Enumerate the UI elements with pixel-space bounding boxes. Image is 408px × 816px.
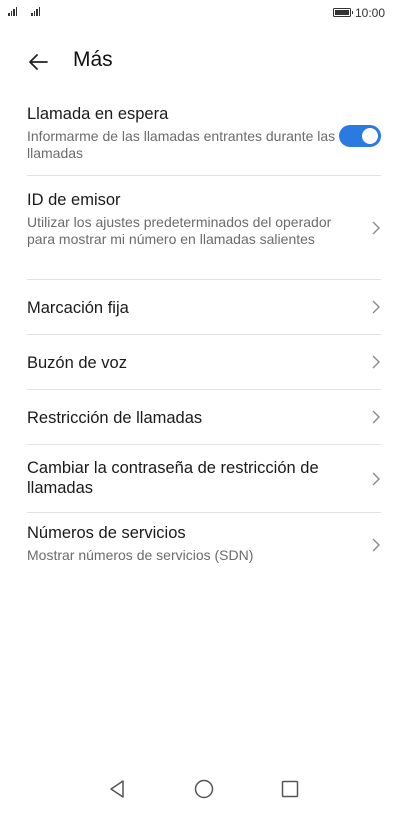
back-triangle-icon[interactable] xyxy=(106,778,128,800)
setting-change-barring-password[interactable]: Cambiar la contraseña de restricción de … xyxy=(27,445,381,513)
back-arrow-icon[interactable] xyxy=(26,50,50,74)
setting-voicemail[interactable]: Buzón de voz xyxy=(27,335,381,390)
battery-icon xyxy=(333,8,353,17)
setting-call-waiting[interactable]: Llamada en espera Informarme de las llam… xyxy=(27,96,381,176)
status-bar: 10:00 xyxy=(0,0,408,28)
system-nav-bar xyxy=(0,760,408,816)
chevron-right-icon xyxy=(372,538,380,552)
toggle-knob xyxy=(362,127,378,144)
setting-call-barring[interactable]: Restricción de llamadas xyxy=(27,390,381,445)
chevron-right-icon xyxy=(372,410,380,424)
setting-title: Números de servicios xyxy=(27,524,186,542)
signal-icon xyxy=(31,7,41,16)
setting-title: Marcación fija xyxy=(27,299,129,317)
chevron-right-icon xyxy=(372,355,380,369)
setting-title: Llamada en espera xyxy=(27,105,169,123)
setting-title: Buzón de voz xyxy=(27,354,127,372)
chevron-right-icon xyxy=(372,221,380,234)
app-bar: Más xyxy=(0,40,408,84)
settings-list: Llamada en espera Informarme de las llam… xyxy=(0,96,408,577)
setting-service-numbers[interactable]: Números de servicios Mostrar números de … xyxy=(27,513,381,577)
signal-icon xyxy=(8,7,18,16)
chevron-right-icon xyxy=(372,300,380,314)
setting-caller-id[interactable]: ID de emisor Utilizar los ajustes predet… xyxy=(27,176,381,280)
setting-subtitle: Informarme de las llamadas entrantes dur… xyxy=(27,128,336,161)
home-circle-icon[interactable] xyxy=(193,778,215,800)
setting-title: ID de emisor xyxy=(27,191,121,209)
status-clock: 10:00 xyxy=(355,6,386,20)
setting-fixed-dialing[interactable]: Marcación fija xyxy=(27,280,381,335)
setting-title: Restricción de llamadas xyxy=(27,409,203,427)
setting-subtitle: Mostrar números de servicios (SDN) xyxy=(27,547,254,563)
page-title: Más xyxy=(73,48,113,71)
setting-title: Cambiar la contraseña de restricción de … xyxy=(27,459,319,497)
chevron-right-icon xyxy=(372,472,380,485)
call-waiting-toggle[interactable] xyxy=(339,124,381,147)
setting-subtitle: Utilizar los ajustes predeterminados del… xyxy=(27,214,332,247)
recents-square-icon[interactable] xyxy=(279,778,301,800)
